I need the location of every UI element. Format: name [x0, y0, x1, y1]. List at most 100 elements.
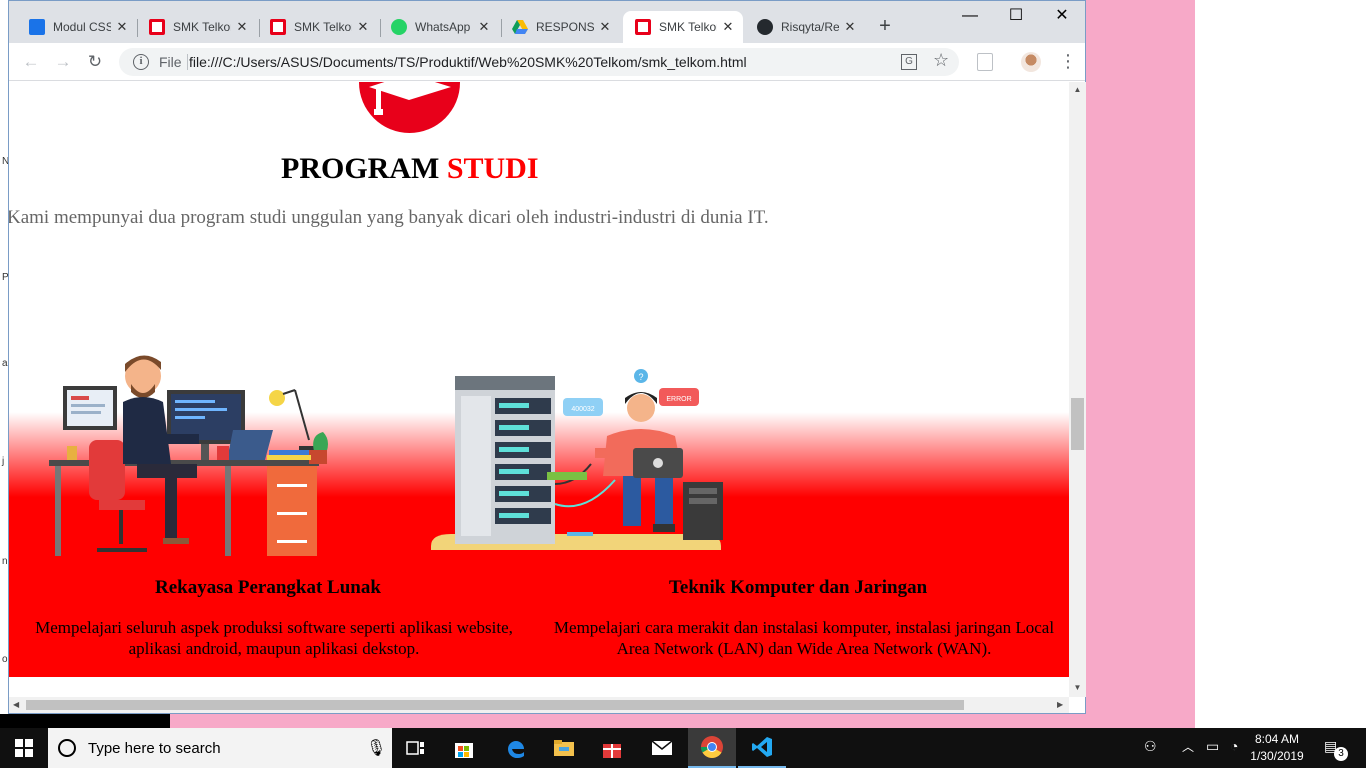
browser-toolbar: ← → ↻ i File file:///C:/Users/ASUS/Docum…: [9, 43, 1085, 81]
whatsapp-icon: [391, 19, 407, 35]
address-bar[interactable]: i File file:///C:/Users/ASUS/Documents/T…: [119, 48, 959, 76]
chevron-up-icon[interactable]: ︿: [1182, 738, 1194, 755]
people-icon[interactable]: ⚇: [1144, 738, 1157, 755]
desktop-strip-left: N P a j n o: [0, 0, 9, 714]
horizontal-scrollbar[interactable]: ◀ ▶: [9, 697, 1069, 713]
scheme-label: File: [159, 54, 182, 70]
taskbar: Type here to search 🎙 ⚇ ︿ ▭ ◔ 8:04 AM 1/…: [0, 728, 1366, 768]
google-drive-icon: [512, 19, 528, 35]
tab-responsive[interactable]: RESPONSIVE ✕: [494, 11, 614, 43]
wifi-icon[interactable]: ◔: [1230, 738, 1238, 754]
desktop-background: [1085, 0, 1195, 728]
tab-title: SMK Telkom: [173, 20, 231, 34]
tab-title: SMK Telkom: [659, 20, 717, 34]
vscode-icon[interactable]: [738, 728, 786, 768]
scrollbar-thumb[interactable]: [26, 700, 964, 710]
file-explorer-icon[interactable]: [540, 728, 588, 768]
desktop-background-bottom: [170, 712, 1195, 728]
intro-text: Kami mempunyai dua program studi unggula…: [9, 207, 769, 228]
scrollbar-thumb[interactable]: [1071, 398, 1084, 450]
tab-whatsapp[interactable]: WhatsApp ✕: [373, 11, 493, 43]
telkom-logo-icon: [635, 19, 651, 35]
maximize-button[interactable]: ☐: [993, 5, 1039, 27]
menu-icon[interactable]: ⋮: [1059, 51, 1077, 71]
tab-smk-telkom[interactable]: SMK Telkom ✕: [252, 11, 372, 43]
program-title-tkj: Teknik Komputer dan Jaringan: [669, 577, 928, 598]
telkom-logo-icon: [149, 19, 165, 35]
scroll-left-arrow-icon[interactable]: ◀: [13, 700, 19, 709]
cortana-icon: [58, 739, 76, 757]
store-icon[interactable]: [440, 728, 488, 768]
url-text[interactable]: file:///C:/Users/ASUS/Documents/TS/Produ…: [189, 54, 747, 70]
tab-title: SMK Telkom: [294, 20, 352, 34]
close-icon[interactable]: ✕: [598, 20, 612, 34]
page-title-accent: STUDI: [446, 152, 539, 185]
desktop-letter: n: [2, 556, 8, 567]
question-mark: ?: [638, 372, 643, 382]
tab-title: Modul CSS: [53, 20, 111, 34]
taskbar-search[interactable]: Type here to search 🎙: [48, 728, 392, 768]
error-label: ERROR: [666, 396, 691, 403]
browser-window: Modul CSS ✕ SMK Telkom ✕ SMK Telkom ✕ Wh…: [8, 0, 1086, 714]
tab-title: WhatsApp: [415, 20, 471, 34]
notification-count: 3: [1334, 747, 1348, 761]
forward-button[interactable]: →: [53, 52, 73, 72]
battery-icon[interactable]: ▭: [1206, 738, 1219, 755]
gift-icon[interactable]: [588, 728, 636, 768]
scroll-right-arrow-icon[interactable]: ▶: [1057, 700, 1063, 709]
page-title-part: PROGRAM: [281, 152, 440, 185]
mail-icon[interactable]: [638, 728, 686, 768]
network-technician-illustration: 400032 ERROR ?: [427, 364, 727, 569]
tab-strip: Modul CSS ✕ SMK Telkom ✕ SMK Telkom ✕ Wh…: [9, 1, 1085, 43]
reload-button[interactable]: ↻: [85, 52, 105, 72]
tab-modul-css[interactable]: Modul CSS ✕: [11, 11, 131, 43]
star-icon[interactable]: ☆: [933, 50, 949, 71]
edge-icon[interactable]: [492, 728, 540, 768]
person-card-icon: [29, 19, 45, 35]
extension-icon[interactable]: [977, 53, 993, 71]
task-view-button[interactable]: [392, 728, 440, 768]
program-title-rpl: Rekayasa Perangkat Lunak: [155, 577, 381, 598]
close-icon[interactable]: ✕: [721, 20, 735, 34]
software-developer-illustration: [47, 354, 347, 569]
bubble-label: 400032: [571, 406, 594, 413]
close-icon[interactable]: ✕: [477, 20, 491, 34]
microphone-icon[interactable]: 🎙: [366, 738, 386, 758]
close-icon[interactable]: ✕: [843, 20, 857, 34]
avatar[interactable]: [1021, 52, 1041, 72]
tab-smk-telkom-active[interactable]: SMK Telkom ✕: [623, 11, 743, 43]
desktop-letter: j: [2, 456, 5, 467]
graduation-cap-icon: [359, 82, 460, 133]
close-icon[interactable]: ✕: [235, 20, 249, 34]
program-description-rpl: Mempelajari seluruh aspek produksi softw…: [35, 618, 513, 658]
program-description-tkj: Mempelajari cara merakit dan instalasi k…: [553, 618, 1055, 658]
clock-date[interactable]: 1/30/2019: [1246, 749, 1308, 763]
info-icon[interactable]: i: [133, 54, 149, 70]
close-window-button[interactable]: ✕: [1039, 5, 1085, 27]
chrome-icon[interactable]: [688, 728, 736, 768]
close-icon[interactable]: ✕: [115, 20, 129, 34]
scroll-down-arrow-icon[interactable]: ▼: [1069, 683, 1086, 692]
desktop-letter: a: [2, 358, 8, 369]
page-viewport: PROGRAM STUDI Kami mempunyai dua program…: [9, 82, 1069, 697]
omnibox-divider: [187, 54, 188, 70]
desktop-letter: o: [2, 654, 8, 665]
search-placeholder[interactable]: Type here to search: [88, 740, 221, 757]
tab-title: RESPONSIVE: [536, 20, 594, 34]
minimize-button[interactable]: —: [947, 5, 993, 27]
desktop-background-right: [1195, 0, 1366, 728]
vertical-scrollbar[interactable]: ▲ ▼: [1069, 82, 1086, 697]
clock-time[interactable]: 8:04 AM: [1252, 732, 1302, 746]
close-icon[interactable]: ✕: [356, 20, 370, 34]
new-tab-button[interactable]: +: [875, 15, 895, 38]
translate-icon[interactable]: G: [901, 54, 917, 70]
back-button[interactable]: ←: [21, 52, 41, 72]
telkom-logo-icon: [270, 19, 286, 35]
tab-smk-telkom[interactable]: SMK Telkom ✕: [131, 11, 251, 43]
tab-github[interactable]: Risqyta/Re ✕: [739, 11, 864, 43]
github-icon: [757, 19, 773, 35]
page-title: PROGRAM STUDI: [281, 152, 539, 186]
start-button[interactable]: [0, 728, 48, 768]
tab-title: Risqyta/Re: [781, 20, 839, 34]
scroll-up-arrow-icon[interactable]: ▲: [1069, 85, 1086, 94]
